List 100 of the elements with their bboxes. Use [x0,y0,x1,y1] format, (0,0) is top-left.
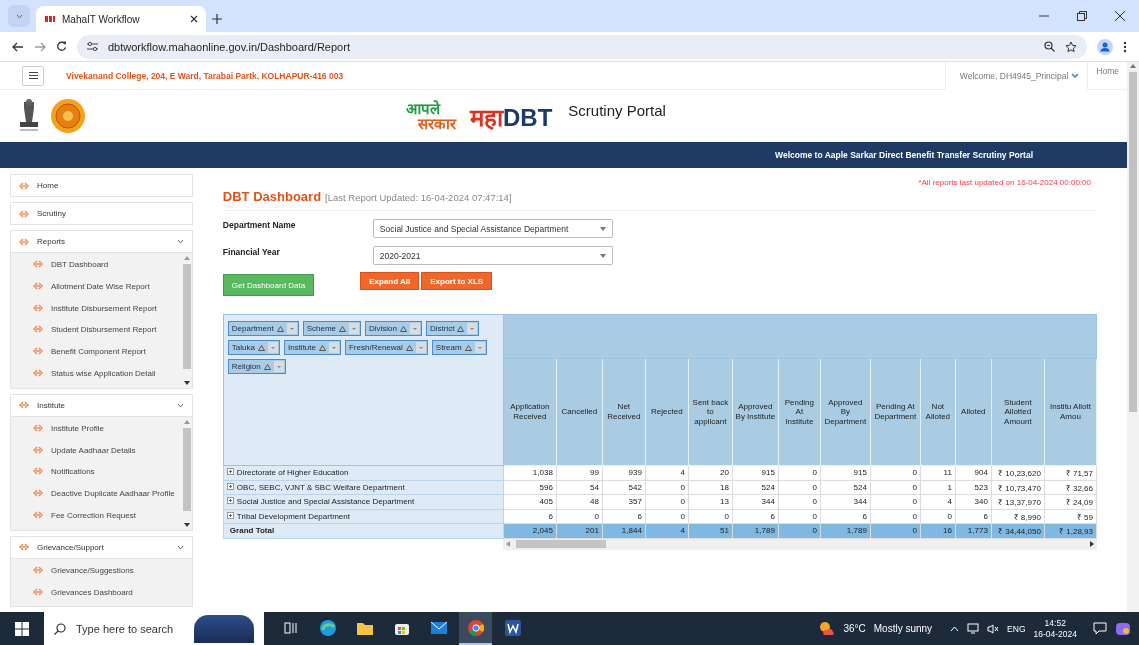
field-chip[interactable]: Division [365,321,422,336]
bookmark-star-icon[interactable] [1065,40,1077,53]
language-indicator: ENG [1007,623,1026,634]
sort-icon [319,344,326,351]
user-menu[interactable]: Welcome, DH4945_Principal [944,62,1088,90]
field-chip[interactable]: Taluka [227,340,280,355]
column-header: Not Alloted [920,358,956,466]
field-label: Financial Year [222,246,281,257]
sort-icon [263,363,271,370]
windows-icon [15,621,29,636]
column-header: Student Allotted Amount [991,358,1045,466]
field-chip[interactable]: Institute [283,340,341,355]
scroll-down-icon[interactable] [183,522,190,527]
banner-text: Welcome to Aaple Sarkar Direct Benefit Transfer Scrutiny Portal [775,150,1033,160]
sidebar-item[interactable]: Update Aadhaar Details [33,440,182,463]
field-chip[interactable]: Fresh/Renewal [345,340,428,355]
menu-button[interactable] [22,65,44,86]
scroll-up-icon[interactable] [183,256,190,260]
expand-icon[interactable] [226,482,234,490]
column-header: Pending At Institute [778,358,821,466]
site-favicon-icon [44,15,56,23]
caret-icon [599,253,606,258]
sidebar-item[interactable]: Fee Correction Request [33,505,182,528]
scrollbar[interactable] [1127,62,1139,612]
sidebar-item[interactable]: Allotment Date Wise Report [33,276,182,299]
filter-dropdown-icon [467,323,478,334]
row-label: OBC, SEBC, VJNT & SBC Welfare Department [236,482,405,492]
field-label: Department Name [222,219,297,230]
menu-icon[interactable] [1123,40,1127,53]
weather-text: Mostly sunny [873,623,933,634]
field-chip[interactable]: Stream [431,340,487,355]
scroll-up-icon[interactable] [183,419,190,424]
scroll-right-icon[interactable] [1089,541,1094,548]
sidebar-section[interactable]: Institute [10,393,193,417]
scrollbar[interactable] [503,538,1097,550]
chain-link-icon [33,423,43,432]
weather-icon [819,620,836,637]
field-chip[interactable]: Religion [227,359,286,374]
sidebar-section[interactable]: Reports [10,230,193,253]
profile-icon[interactable] [1097,38,1113,55]
page-title: DBT Dashboard [222,189,322,204]
chain-link-icon [33,281,43,290]
site-settings-icon[interactable] [87,42,98,51]
sidebar-item[interactable]: Institute Disbursement Report [33,298,182,321]
zoom-icon[interactable] [1044,41,1055,52]
minimize-icon [1039,15,1049,17]
sidebar-item[interactable]: Notifications [33,462,182,485]
sidebar-section[interactable]: Grievance/Support [10,535,193,559]
column-header: Application Received [503,358,557,466]
chain-link-icon [33,587,43,596]
sidebar-item[interactable]: Grievance/Suggestions [33,560,192,583]
expand-icon[interactable] [226,511,234,519]
sidebar-item[interactable]: Benefit Component Report [33,342,182,364]
scroll-down-icon[interactable] [183,380,190,385]
mahadbt-logo: महाDBT [470,102,553,133]
sort-icon [405,344,413,351]
chain-link-icon [33,489,43,498]
column-header: Net Received [602,358,646,466]
document-app-icon [503,618,522,637]
column-header: Approved By Institute [732,358,779,466]
field-chip[interactable]: Scheme [302,321,361,336]
forward-icon[interactable] [34,41,46,52]
sidebar-item[interactable]: DBT Dashboard [33,255,182,277]
sidebar-item[interactable]: Scrutiny [10,202,193,225]
new-tab-button[interactable] [212,14,222,24]
caret-icon [599,226,606,231]
sidebar-item[interactable]: Status wise Application Detail [33,364,182,386]
chevron-down-icon [1071,73,1080,78]
chain-link-icon [19,401,29,410]
chain-link-icon [33,467,43,476]
sidebar-item[interactable]: Grievances Dashboard [33,582,192,605]
sidebar-item[interactable]: Deactive Duplicate Aadhaar Profile [33,484,182,506]
select-field[interactable]: 2020-2021 [372,246,613,265]
sidebar-item[interactable]: Home [10,174,193,197]
column-header: Cancelled [556,358,603,466]
network-icon [967,623,980,634]
chevron-up-icon [950,625,960,632]
filter-dropdown-icon [267,342,278,353]
field-chip[interactable]: District [426,321,480,336]
sort-icon [400,325,407,332]
select-field[interactable]: Social Justice and Special Assistance Department [372,219,613,238]
browser-tab[interactable]: MahaIT Workflow [36,6,206,32]
temperature-text: 36°C [843,623,866,634]
weather-picture [194,614,254,643]
sidebar-item[interactable]: Student Disbursement Report [33,320,182,343]
close-icon[interactable] [190,15,198,23]
field-chip[interactable]: Department [227,321,299,336]
back-icon[interactable] [12,41,24,52]
taskbar-search-field[interactable]: Type here to search [44,612,264,645]
expand-icon[interactable] [226,468,234,476]
expand-icon[interactable] [226,497,234,505]
sidebar-item[interactable]: Institute Profile [33,418,182,441]
column-header: Institu Allott Amou [1044,358,1097,466]
reload-icon[interactable] [56,41,67,52]
column-header: Approved By Department [820,358,871,466]
scroll-up-icon[interactable] [1130,64,1136,68]
aaple-sarkar-logo: आपले सरकार [406,101,456,131]
tab-title: MahaIT Workflow [62,13,141,25]
search-icon [54,622,66,635]
seal-drawing [50,98,86,134]
